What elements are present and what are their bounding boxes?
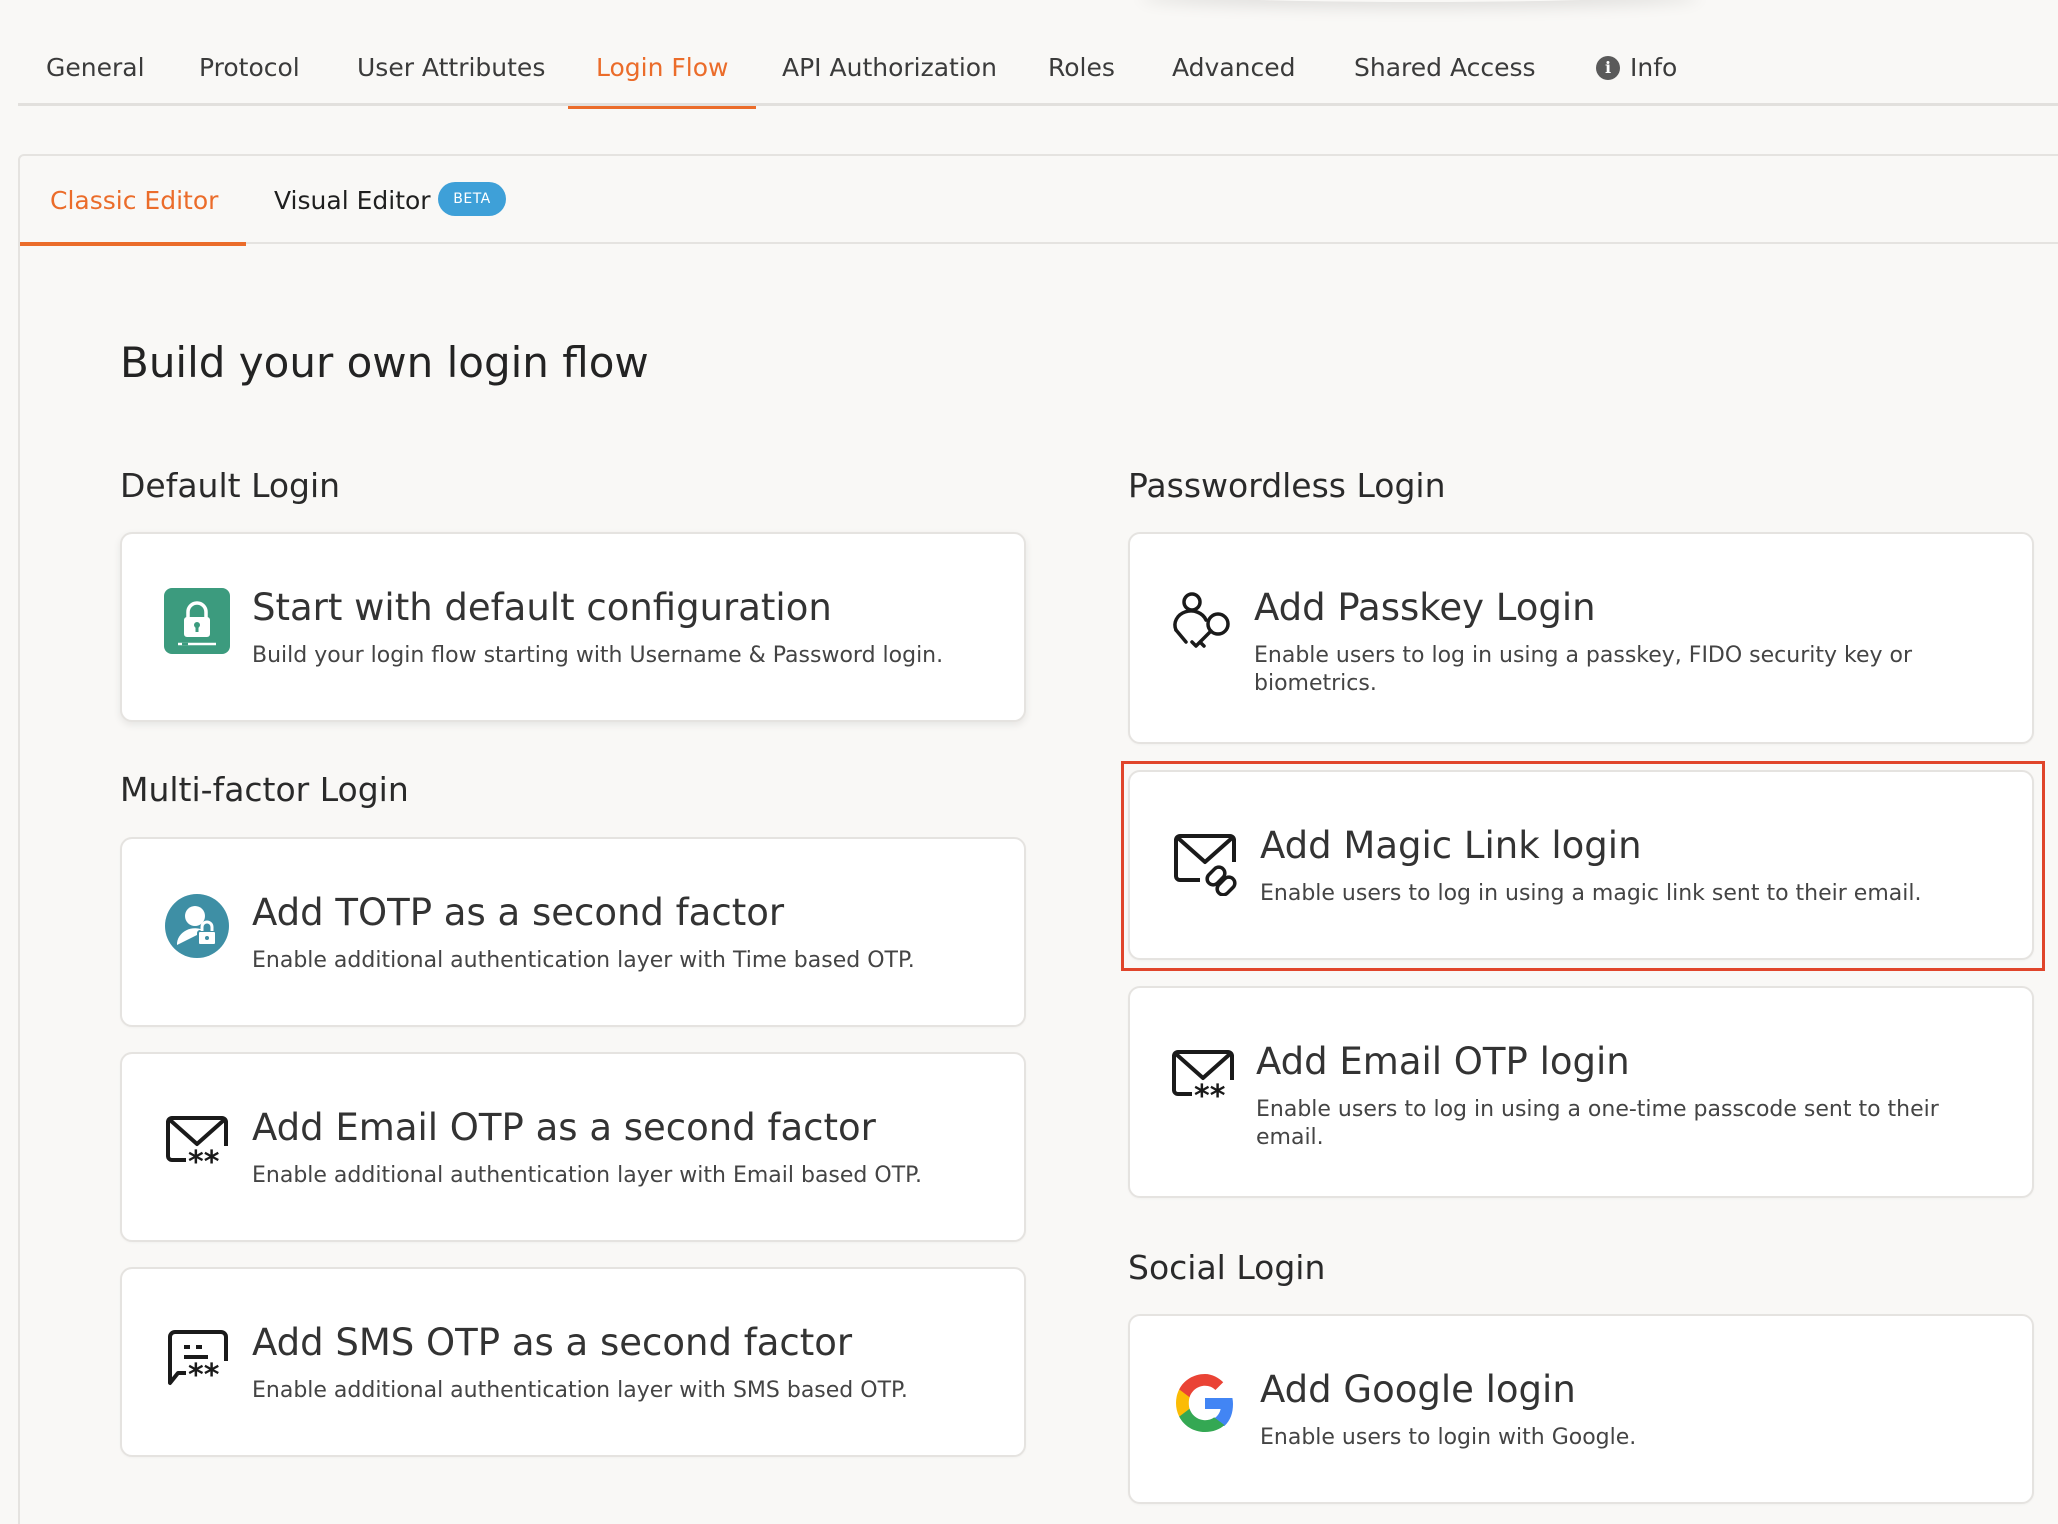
user-lock-icon	[165, 894, 229, 958]
login-flow-page: General Protocol User Attributes Login F…	[0, 0, 2058, 1524]
card-email-otp-login[interactable]: ** Add Email OTP login Enable users to l…	[1128, 986, 2034, 1198]
svg-text:**: **	[188, 1358, 220, 1393]
card-title: Add TOTP as a second factor	[252, 891, 785, 934]
tab-login-flow[interactable]: Login Flow	[567, 28, 758, 109]
tab-shared-access[interactable]: Shared Access	[1354, 28, 1536, 106]
google-icon	[1176, 1374, 1233, 1432]
card-sms-otp-second-factor[interactable]: ** Add SMS OTP as a second factor Enable…	[120, 1267, 1026, 1457]
tab-general[interactable]: General	[46, 28, 145, 106]
section-default-login: Default Login	[120, 466, 341, 505]
card-description: Enable users to login with Google.	[1260, 1425, 1637, 1450]
tab-user-attributes[interactable]: User Attributes	[357, 28, 545, 106]
card-description: Enable additional authentication layer w…	[252, 948, 915, 973]
section-social-login: Social Login	[1128, 1248, 1326, 1287]
svg-text:**: **	[188, 1145, 220, 1178]
card-description: Enable users to log in using a magic lin…	[1260, 881, 1922, 906]
section-multi-factor-login: Multi-factor Login	[120, 770, 409, 809]
card-title: Start with default configuration	[252, 586, 832, 629]
info-icon: i	[1596, 56, 1620, 80]
beta-badge: BETA	[438, 182, 506, 216]
tab-api-authorization[interactable]: API Authorization	[782, 28, 997, 106]
section-passwordless-login: Passwordless Login	[1128, 466, 1446, 505]
lock-icon	[164, 588, 230, 654]
card-email-otp-second-factor[interactable]: ** Add Email OTP as a second factor Enab…	[120, 1052, 1026, 1242]
magic-link-icon	[1174, 834, 1237, 896]
card-magic-link-login[interactable]: Add Magic Link login Enable users to log…	[1128, 770, 2034, 960]
card-description: Build your login flow starting with User…	[252, 643, 944, 668]
card-title: Add Passkey Login	[1254, 586, 1596, 629]
svg-text:**: **	[1194, 1079, 1226, 1112]
tab-info[interactable]: i Info	[1596, 28, 1678, 106]
card-title: Add Email OTP as a second factor	[252, 1106, 876, 1149]
top-tabs-bar: General Protocol User Attributes Login F…	[18, 28, 2058, 109]
card-title: Add Email OTP login	[1256, 1040, 1630, 1083]
tab-protocol[interactable]: Protocol	[199, 28, 300, 106]
card-description: Enable additional authentication layer w…	[252, 1378, 908, 1403]
card-title: Add Magic Link login	[1260, 824, 1642, 867]
tab-advanced[interactable]: Advanced	[1172, 28, 1296, 106]
card-description: Enable additional authentication layer w…	[252, 1163, 922, 1188]
card-title: Add Google login	[1260, 1368, 1576, 1411]
card-title: Add SMS OTP as a second factor	[252, 1321, 853, 1364]
editor-tabs: Classic Editor Visual Editor BETA	[19, 156, 2058, 246]
passkey-icon	[1173, 592, 1230, 648]
tab-visual-editor[interactable]: Visual Editor	[274, 156, 431, 244]
tab-info-label: Info	[1630, 53, 1678, 82]
card-passkey-login[interactable]: Add Passkey Login Enable users to log in…	[1128, 532, 2034, 744]
card-google-login[interactable]: Add Google login Enable users to login w…	[1128, 1314, 2034, 1504]
page-title: Build your own login flow	[120, 338, 649, 387]
dropdown-shadow	[1140, 0, 1700, 2]
sms-otp-icon: **	[168, 1330, 228, 1393]
card-description: Enable users to log in using a one-time …	[1256, 1097, 1939, 1150]
email-otp-icon: **	[1172, 1050, 1234, 1112]
tab-roles[interactable]: Roles	[1048, 28, 1115, 106]
email-otp-icon: **	[166, 1116, 228, 1178]
card-description: Enable users to log in using a passkey, …	[1254, 643, 1913, 696]
tab-classic-editor[interactable]: Classic Editor	[19, 156, 247, 246]
card-totp-second-factor[interactable]: Add TOTP as a second factor Enable addit…	[120, 837, 1026, 1027]
card-default-configuration[interactable]: Start with default configuration Build y…	[120, 532, 1026, 722]
